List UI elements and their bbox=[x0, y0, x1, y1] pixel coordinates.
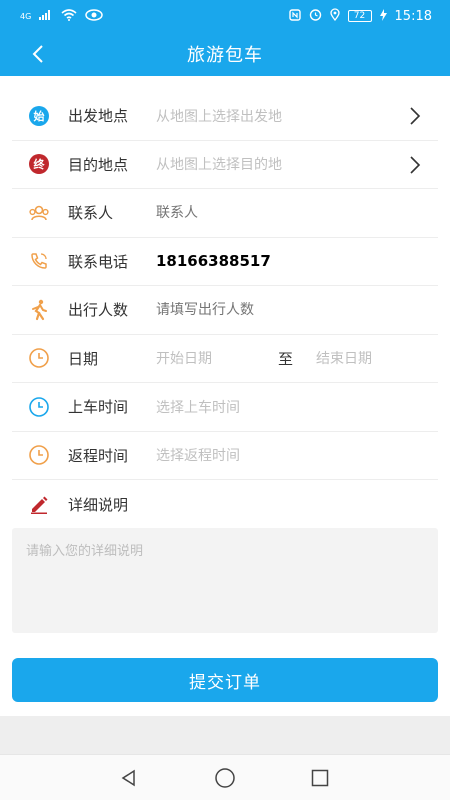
circle-home-icon bbox=[215, 768, 235, 788]
details-label: 详细说明 bbox=[68, 495, 129, 514]
details-row: 详细说明 bbox=[12, 480, 438, 529]
contact-label: 联系人 bbox=[68, 204, 114, 223]
alarm-icon bbox=[309, 8, 322, 24]
signal-icon bbox=[39, 9, 53, 23]
nav-home-button[interactable] bbox=[214, 767, 236, 789]
network-indicator: 4G bbox=[20, 11, 32, 21]
square-recents-icon bbox=[311, 769, 329, 787]
bottom-spacer bbox=[0, 716, 450, 754]
departure-value[interactable]: 从地图上选择出发地 bbox=[156, 106, 438, 126]
nfc-icon bbox=[288, 8, 301, 24]
location-icon bbox=[329, 8, 340, 24]
return-time-row[interactable]: 返程时间 选择返程时间 bbox=[12, 432, 438, 480]
start-badge-icon: 始 bbox=[28, 105, 50, 127]
clock-icon bbox=[28, 347, 50, 369]
departure-row[interactable]: 始 出发地点 从地图上选择出发地 bbox=[12, 92, 438, 141]
wifi-icon bbox=[61, 8, 77, 24]
return-time-label: 返程时间 bbox=[68, 446, 129, 465]
start-date-field[interactable]: 开始日期 bbox=[156, 348, 278, 368]
eye-icon bbox=[85, 8, 104, 24]
status-time: 15:18 bbox=[394, 8, 432, 24]
phone-value[interactable]: 18166388517 bbox=[156, 252, 438, 270]
nav-recents-button[interactable] bbox=[309, 767, 331, 789]
contact-row[interactable]: 联系人 bbox=[12, 189, 438, 238]
pickup-time-label: 上车时间 bbox=[68, 398, 129, 417]
end-date-field[interactable]: 结束日期 bbox=[316, 348, 372, 368]
clock-icon bbox=[28, 396, 50, 418]
phone-icon bbox=[28, 250, 50, 272]
submit-order-button[interactable]: 提交订单 bbox=[12, 658, 438, 702]
chevron-right-icon bbox=[406, 106, 424, 126]
status-left: 4G bbox=[20, 8, 104, 24]
details-textarea[interactable] bbox=[12, 528, 438, 633]
passengers-row[interactable]: 出行人数 bbox=[12, 286, 438, 335]
phone-label: 联系电话 bbox=[68, 252, 129, 271]
destination-row[interactable]: 终 目的地点 从地图上选择目的地 bbox=[12, 141, 438, 189]
destination-value[interactable]: 从地图上选择目的地 bbox=[156, 154, 438, 174]
system-nav-bar bbox=[0, 754, 450, 800]
walking-person-icon bbox=[28, 299, 50, 321]
end-badge-icon: 终 bbox=[28, 153, 50, 175]
start-badge-text: 始 bbox=[33, 109, 45, 123]
page-title: 旅游包车 bbox=[187, 45, 263, 66]
contacts-icon bbox=[28, 202, 50, 224]
date-label: 日期 bbox=[68, 349, 99, 368]
date-row: 日期 开始日期 至 结束日期 bbox=[12, 335, 438, 383]
battery-indicator: 72 bbox=[347, 10, 372, 22]
passengers-input[interactable] bbox=[156, 301, 438, 318]
date-separator: 至 bbox=[278, 349, 294, 368]
phone-row[interactable]: 联系电话 18166388517 bbox=[12, 238, 438, 286]
chevron-right-icon bbox=[406, 155, 424, 175]
pen-icon bbox=[28, 493, 50, 515]
chevron-left-icon bbox=[32, 45, 43, 63]
contact-input[interactable] bbox=[156, 204, 438, 221]
departure-label: 出发地点 bbox=[68, 107, 129, 126]
status-right: 72 15:18 bbox=[288, 8, 432, 24]
booking-form: 始 出发地点 从地图上选择出发地 终 目的地点 从地图上选择目的地 联系人 联系… bbox=[0, 92, 450, 529]
pickup-time-row[interactable]: 上车时间 选择上车时间 bbox=[12, 383, 438, 432]
clock-icon bbox=[28, 444, 50, 466]
nav-back-button[interactable] bbox=[118, 767, 140, 789]
return-time-value[interactable]: 选择返程时间 bbox=[156, 445, 438, 465]
destination-label: 目的地点 bbox=[68, 155, 129, 174]
passengers-label: 出行人数 bbox=[68, 301, 129, 320]
pickup-time-value[interactable]: 选择上车时间 bbox=[156, 397, 438, 417]
app-bar: 旅游包车 bbox=[0, 32, 450, 76]
charging-icon bbox=[379, 8, 387, 24]
triangle-back-icon bbox=[121, 769, 135, 787]
status-bar: 4G 72 15:18 bbox=[0, 0, 450, 32]
back-button[interactable] bbox=[26, 42, 50, 66]
end-badge-text: 终 bbox=[33, 158, 45, 172]
